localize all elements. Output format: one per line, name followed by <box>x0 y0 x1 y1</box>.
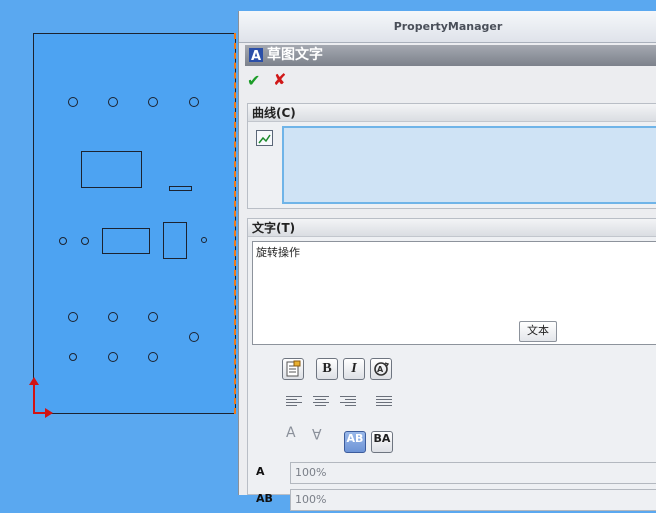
rotate-icon: A <box>374 362 390 376</box>
slot-cutout[interactable] <box>169 186 192 191</box>
hole[interactable] <box>68 312 78 322</box>
cancel-x-icon[interactable]: ✘ <box>273 70 286 89</box>
feature-title-bar: A 草图文字 <box>245 45 656 66</box>
spacing-field[interactable]: 100% <box>290 489 656 511</box>
hole[interactable] <box>69 353 77 361</box>
text-value: 旋转操作 <box>256 246 300 259</box>
curve-select-icon <box>256 130 273 146</box>
rect-cutout[interactable] <box>163 222 187 259</box>
width-factor-row: A 100% <box>252 462 656 486</box>
flip-vertical-up-icon[interactable]: A <box>286 425 296 441</box>
spacing-icon: AB <box>256 492 273 505</box>
axis-x-arrow-icon <box>33 408 53 418</box>
svg-text:A: A <box>251 49 261 62</box>
flip-reverse-button[interactable]: BA <box>371 431 393 453</box>
curves-group: 曲线(C) <box>247 103 656 209</box>
link-property-button[interactable] <box>282 358 304 380</box>
panel-title: PropertyManager <box>239 11 656 43</box>
text-group: 文字(T) 旋转操作 文本 B I A A A AB BA A 100% AB <box>247 218 656 511</box>
link-property-icon <box>286 360 301 377</box>
text-group-title[interactable]: 文字(T) <box>248 219 656 237</box>
align-right-icon[interactable] <box>340 396 356 408</box>
align-justify-icon[interactable] <box>376 396 392 408</box>
feature-title: 草图文字 <box>267 47 323 63</box>
width-factor-field[interactable]: 100% <box>290 462 656 484</box>
hole[interactable] <box>108 312 118 322</box>
align-left-icon[interactable] <box>286 396 302 408</box>
property-manager-panel: PropertyManager A 草图文字 ✔ ✘ 曲线(C) 文字(T) 旋… <box>238 11 656 511</box>
flip-horizontal-button[interactable]: AB <box>344 431 366 453</box>
hole[interactable] <box>201 237 207 243</box>
svg-text:A: A <box>377 365 384 374</box>
hole[interactable] <box>68 97 78 107</box>
flip-vertical-down-icon[interactable]: A <box>312 425 322 441</box>
curve-selection-box[interactable] <box>282 126 656 204</box>
hole[interactable] <box>189 332 199 342</box>
text-input[interactable]: 旋转操作 文本 <box>252 241 656 345</box>
axis-y-arrow-icon <box>29 377 39 414</box>
hole[interactable] <box>59 237 67 245</box>
hole[interactable] <box>189 97 199 107</box>
sketch-text-icon: A <box>249 48 263 62</box>
sketch-sheet[interactable] <box>33 33 236 414</box>
hole[interactable] <box>148 97 158 107</box>
hole[interactable] <box>148 312 158 322</box>
text-tag: 文本 <box>519 321 557 342</box>
hole[interactable] <box>81 237 89 245</box>
hole[interactable] <box>148 352 158 362</box>
italic-label: I <box>351 361 357 376</box>
rect-cutout[interactable] <box>102 228 150 254</box>
dashed-selection-edge <box>234 33 236 414</box>
rect-cutout[interactable] <box>81 151 142 188</box>
hole[interactable] <box>108 352 118 362</box>
rotate-button[interactable]: A <box>370 358 392 380</box>
spacing-row: AB 100% <box>252 489 656 513</box>
curves-group-title[interactable]: 曲线(C) <box>248 104 656 122</box>
flip-reverse-label: BA <box>373 432 391 445</box>
align-center-icon[interactable] <box>313 396 329 408</box>
width-factor-icon: A <box>256 465 265 478</box>
italic-button[interactable]: I <box>343 358 365 380</box>
bold-button[interactable]: B <box>316 358 338 380</box>
hole[interactable] <box>108 97 118 107</box>
ok-check-icon[interactable]: ✔ <box>247 71 260 90</box>
